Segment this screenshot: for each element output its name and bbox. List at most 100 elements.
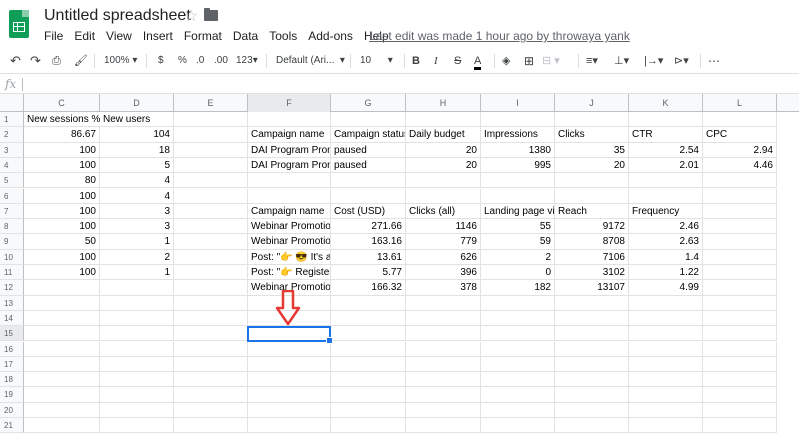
cell-i3[interactable]: 1380 bbox=[481, 142, 555, 158]
row-header-6[interactable]: 6 bbox=[0, 188, 24, 204]
column-header-c[interactable]: C bbox=[24, 94, 100, 112]
cell-h4[interactable]: 20 bbox=[406, 157, 481, 174]
row-header-17[interactable]: 17 bbox=[0, 356, 24, 373]
cell-g11[interactable]: 5.77 bbox=[331, 265, 406, 281]
cell-c16[interactable] bbox=[24, 341, 100, 357]
print-icon[interactable]: ⎙ bbox=[52, 53, 61, 69]
cell-j4[interactable]: 20 bbox=[555, 157, 629, 174]
cell-i20[interactable] bbox=[481, 402, 555, 418]
cell-c17[interactable] bbox=[24, 356, 100, 373]
cell-c2[interactable]: 86.67 bbox=[24, 127, 100, 143]
cell-k7[interactable]: Frequency bbox=[629, 203, 703, 220]
row-header-18[interactable]: 18 bbox=[0, 372, 24, 388]
cell-g20[interactable] bbox=[331, 402, 406, 418]
cell-g13[interactable] bbox=[331, 295, 406, 311]
folder-icon[interactable] bbox=[204, 8, 218, 21]
cell-h1[interactable] bbox=[406, 112, 481, 128]
merge-cells-icon[interactable]: ⊟ ▾ bbox=[542, 53, 560, 69]
cell-h10[interactable]: 626 bbox=[406, 249, 481, 265]
menu-insert[interactable]: Insert bbox=[143, 29, 173, 45]
cell-i17[interactable] bbox=[481, 356, 555, 373]
cell-f1[interactable] bbox=[248, 112, 331, 128]
formula-input[interactable] bbox=[22, 78, 23, 91]
cell-i18[interactable] bbox=[481, 372, 555, 388]
cell-c9[interactable]: 50 bbox=[24, 234, 100, 250]
cell-e6[interactable] bbox=[174, 188, 248, 204]
cell-k14[interactable] bbox=[629, 310, 703, 327]
cell-j6[interactable] bbox=[555, 188, 629, 204]
cell-i11[interactable]: 0 bbox=[481, 265, 555, 281]
cell-g2[interactable]: Campaign status bbox=[331, 127, 406, 143]
horizontal-align-icon[interactable]: ≡▾ bbox=[586, 53, 598, 69]
font-select[interactable]: Default (Ari... ▾ bbox=[276, 53, 345, 69]
zoom-select[interactable]: 100% ▾ bbox=[104, 53, 137, 69]
cell-l10[interactable] bbox=[703, 249, 777, 265]
cell-j10[interactable]: 7106 bbox=[555, 249, 629, 265]
currency-button[interactable]: $ bbox=[158, 53, 164, 69]
cell-k11[interactable]: 1.22 bbox=[629, 265, 703, 281]
cell-f4[interactable]: DAI Program Prom bbox=[248, 157, 331, 174]
paint-format-icon[interactable]: 🖌 bbox=[74, 53, 88, 69]
cell-f11[interactable]: Post: "👉 Register bbox=[248, 265, 331, 281]
cell-g4[interactable]: paused bbox=[331, 157, 406, 174]
more-formats-button[interactable]: 123▾ bbox=[236, 53, 258, 69]
cell-d5[interactable]: 4 bbox=[100, 173, 174, 189]
row-header-2[interactable]: 2 bbox=[0, 127, 24, 143]
row-header-14[interactable]: 14 bbox=[0, 310, 24, 327]
cell-i15[interactable] bbox=[481, 326, 555, 342]
document-title[interactable]: Untitled spreadsheet bbox=[44, 7, 191, 25]
cell-j9[interactable]: 8708 bbox=[555, 234, 629, 250]
cell-l16[interactable] bbox=[703, 341, 777, 357]
row-header-19[interactable]: 19 bbox=[0, 387, 24, 403]
cell-h12[interactable]: 378 bbox=[406, 280, 481, 296]
column-header-d[interactable]: D bbox=[100, 94, 174, 112]
last-edit-link[interactable]: Last edit was made 1 hour ago by throway… bbox=[369, 29, 630, 43]
cell-j5[interactable] bbox=[555, 173, 629, 189]
cell-c14[interactable] bbox=[24, 310, 100, 327]
cell-e5[interactable] bbox=[174, 173, 248, 189]
cell-f3[interactable]: DAI Program Prom bbox=[248, 142, 331, 158]
cell-f16[interactable] bbox=[248, 341, 331, 357]
cell-c7[interactable]: 100 bbox=[24, 203, 100, 220]
cell-j16[interactable] bbox=[555, 341, 629, 357]
cell-h15[interactable] bbox=[406, 326, 481, 342]
row-header-13[interactable]: 13 bbox=[0, 295, 24, 311]
cell-d4[interactable]: 5 bbox=[100, 157, 174, 174]
menu-edit[interactable]: Edit bbox=[74, 29, 95, 45]
cell-j2[interactable]: Clicks bbox=[555, 127, 629, 143]
cell-c1[interactable]: New sessions % bbox=[24, 112, 100, 128]
cell-j17[interactable] bbox=[555, 356, 629, 373]
sheets-logo-icon[interactable] bbox=[9, 10, 29, 38]
cell-c15[interactable] bbox=[24, 326, 100, 342]
cell-g3[interactable]: paused bbox=[331, 142, 406, 158]
cell-g7[interactable]: Cost (USD) bbox=[331, 203, 406, 220]
row-header-1[interactable]: 1 bbox=[0, 112, 24, 128]
menu-file[interactable]: File bbox=[44, 29, 63, 45]
cell-k21[interactable] bbox=[629, 418, 703, 434]
cell-i19[interactable] bbox=[481, 387, 555, 403]
decrease-decimal-button[interactable]: .0 bbox=[196, 53, 204, 69]
cell-e15[interactable] bbox=[174, 326, 248, 342]
row-header-8[interactable]: 8 bbox=[0, 219, 24, 235]
cell-l9[interactable] bbox=[703, 234, 777, 250]
menu-addons[interactable]: Add-ons bbox=[308, 29, 353, 45]
cell-e9[interactable] bbox=[174, 234, 248, 250]
cell-h19[interactable] bbox=[406, 387, 481, 403]
cell-c6[interactable]: 100 bbox=[24, 188, 100, 204]
cell-l8[interactable] bbox=[703, 219, 777, 235]
cell-c21[interactable] bbox=[24, 418, 100, 434]
cell-i21[interactable] bbox=[481, 418, 555, 434]
cell-e19[interactable] bbox=[174, 387, 248, 403]
cell-h7[interactable]: Clicks (all) bbox=[406, 203, 481, 220]
cell-l11[interactable] bbox=[703, 265, 777, 281]
cell-g12[interactable]: 166.32 bbox=[331, 280, 406, 296]
text-rotation-icon[interactable]: ⊳▾ bbox=[674, 53, 689, 69]
cell-d21[interactable] bbox=[100, 418, 174, 434]
cell-e11[interactable] bbox=[174, 265, 248, 281]
cell-h21[interactable] bbox=[406, 418, 481, 434]
cell-l14[interactable] bbox=[703, 310, 777, 327]
cell-j3[interactable]: 35 bbox=[555, 142, 629, 158]
cell-d7[interactable]: 3 bbox=[100, 203, 174, 220]
cell-c10[interactable]: 100 bbox=[24, 249, 100, 265]
cell-e12[interactable] bbox=[174, 280, 248, 296]
